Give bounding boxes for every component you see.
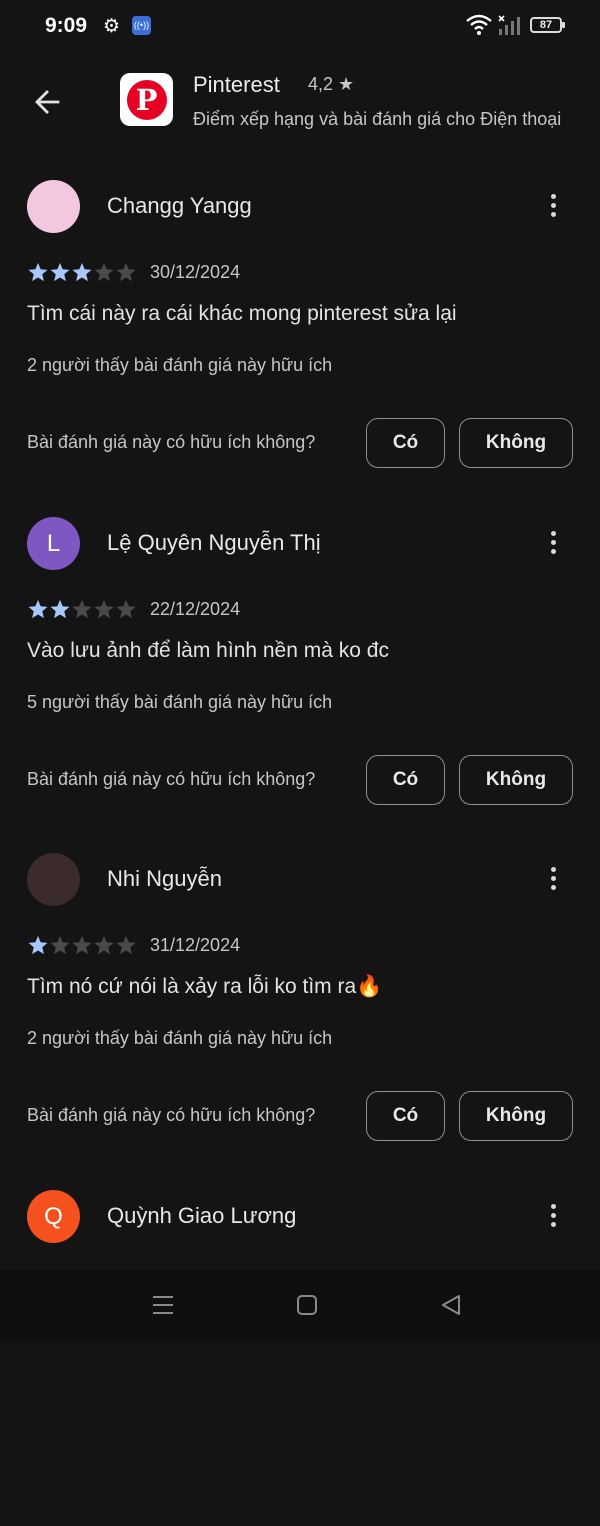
reviewer-name: Lệ Quyên Nguyễn Thị [107, 530, 321, 555]
wifi-icon [466, 14, 492, 35]
review-text: Tìm nó cứ nói là xảy ra lỗi ko tìm ra🔥 [27, 975, 383, 998]
star-icon [50, 599, 70, 619]
star-icon [72, 935, 92, 955]
review-text: Tìm cái này ra cái khác mong pinterest s… [27, 302, 457, 325]
reviewer-name: Nhi Nguyễn [107, 866, 222, 891]
reviewer-name: Quỳnh Giao Lương [107, 1203, 297, 1228]
settings-gear-icon: ⚙ [103, 16, 121, 37]
helpful-question: Bài đánh giá này có hữu ích không? [27, 769, 316, 789]
page-subtitle: Điểm xếp hạng và bài đánh giá cho Điện t… [193, 109, 562, 129]
star-icon [116, 599, 136, 619]
star-icon [94, 935, 114, 955]
helpful-count: 5 người thấy bài đánh giá này hữu ích [27, 692, 333, 712]
star-icon [50, 262, 70, 282]
hotspot-icon: ((•)) [132, 16, 151, 35]
app-name: Pinterest [193, 72, 280, 97]
more-options-icon[interactable] [540, 190, 566, 224]
star-rating [27, 262, 137, 282]
star-icon [72, 599, 92, 619]
review-card: L Lệ Quyên Nguyễn Thị 22/12/2024 Vào lưu ản… [0, 517, 600, 853]
more-options-icon[interactable] [540, 1200, 566, 1234]
review-card: Changg Yangg 30/12/2024 Tìm cái này ra cái… [0, 180, 600, 516]
more-options-icon[interactable] [540, 527, 566, 561]
battery-icon: 87 [530, 17, 565, 33]
reviewer-avatar: L [27, 517, 80, 570]
star-icon [50, 935, 70, 955]
helpful-count: 2 người thấy bài đánh giá này hữu ích [27, 1028, 333, 1048]
review-date: 22/12/2024 [150, 599, 241, 619]
reviewer-avatar: Q [27, 1190, 80, 1243]
pinterest-logo-icon: P [120, 73, 173, 126]
reviewer-name: Changg Yangg [107, 193, 252, 218]
helpful-no-button[interactable]: Không [459, 418, 573, 468]
star-rating [27, 935, 137, 955]
star-icon [28, 262, 48, 282]
recents-menu-icon[interactable] [152, 1294, 174, 1316]
star-icon [28, 935, 48, 955]
reviewer-avatar [27, 180, 80, 233]
app-rating: 4,2 ★ [308, 74, 355, 94]
helpful-count: 2 người thấy bài đánh giá này hữu ích [27, 355, 333, 375]
star-icon [94, 599, 114, 619]
home-square-icon[interactable] [296, 1294, 318, 1316]
review-card: Nhi Nguyễn 31/12/2024 Tìm nó cứ nói là xảy… [0, 853, 600, 1189]
helpful-question: Bài đánh giá này có hữu ích không? [27, 1105, 316, 1125]
helpful-yes-button[interactable]: Có [366, 1091, 445, 1141]
more-options-icon[interactable] [540, 863, 566, 897]
review-date: 30/12/2024 [150, 262, 241, 282]
review-text: Vào lưu ảnh để làm hình nền mà ko đc [27, 639, 389, 662]
system-nav-bar [0, 1270, 600, 1343]
reviewer-avatar [27, 853, 80, 906]
star-icon [72, 262, 92, 282]
review-date: 31/12/2024 [150, 935, 241, 955]
star-icon [116, 262, 136, 282]
helpful-no-button[interactable]: Không [459, 1091, 573, 1141]
review-card: Q Quỳnh Giao Lương [0, 1190, 600, 1526]
back-triangle-icon[interactable] [440, 1294, 462, 1316]
star-rating [27, 599, 137, 619]
signal-icon [498, 15, 520, 35]
star-icon [116, 935, 136, 955]
helpful-yes-button[interactable]: Có [366, 755, 445, 805]
star-icon [28, 599, 48, 619]
status-bar: 9:09 ⚙ ((•)) 87 [0, 0, 600, 52]
back-arrow-icon[interactable] [28, 82, 68, 122]
status-time: 9:09 [45, 14, 88, 37]
app-header: P Pinterest 4,2 ★ Điểm xếp hạng và bài đ… [0, 60, 600, 140]
star-icon [94, 262, 114, 282]
helpful-yes-button[interactable]: Có [366, 418, 445, 468]
helpful-no-button[interactable]: Không [459, 755, 573, 805]
helpful-question: Bài đánh giá này có hữu ích không? [27, 432, 316, 452]
